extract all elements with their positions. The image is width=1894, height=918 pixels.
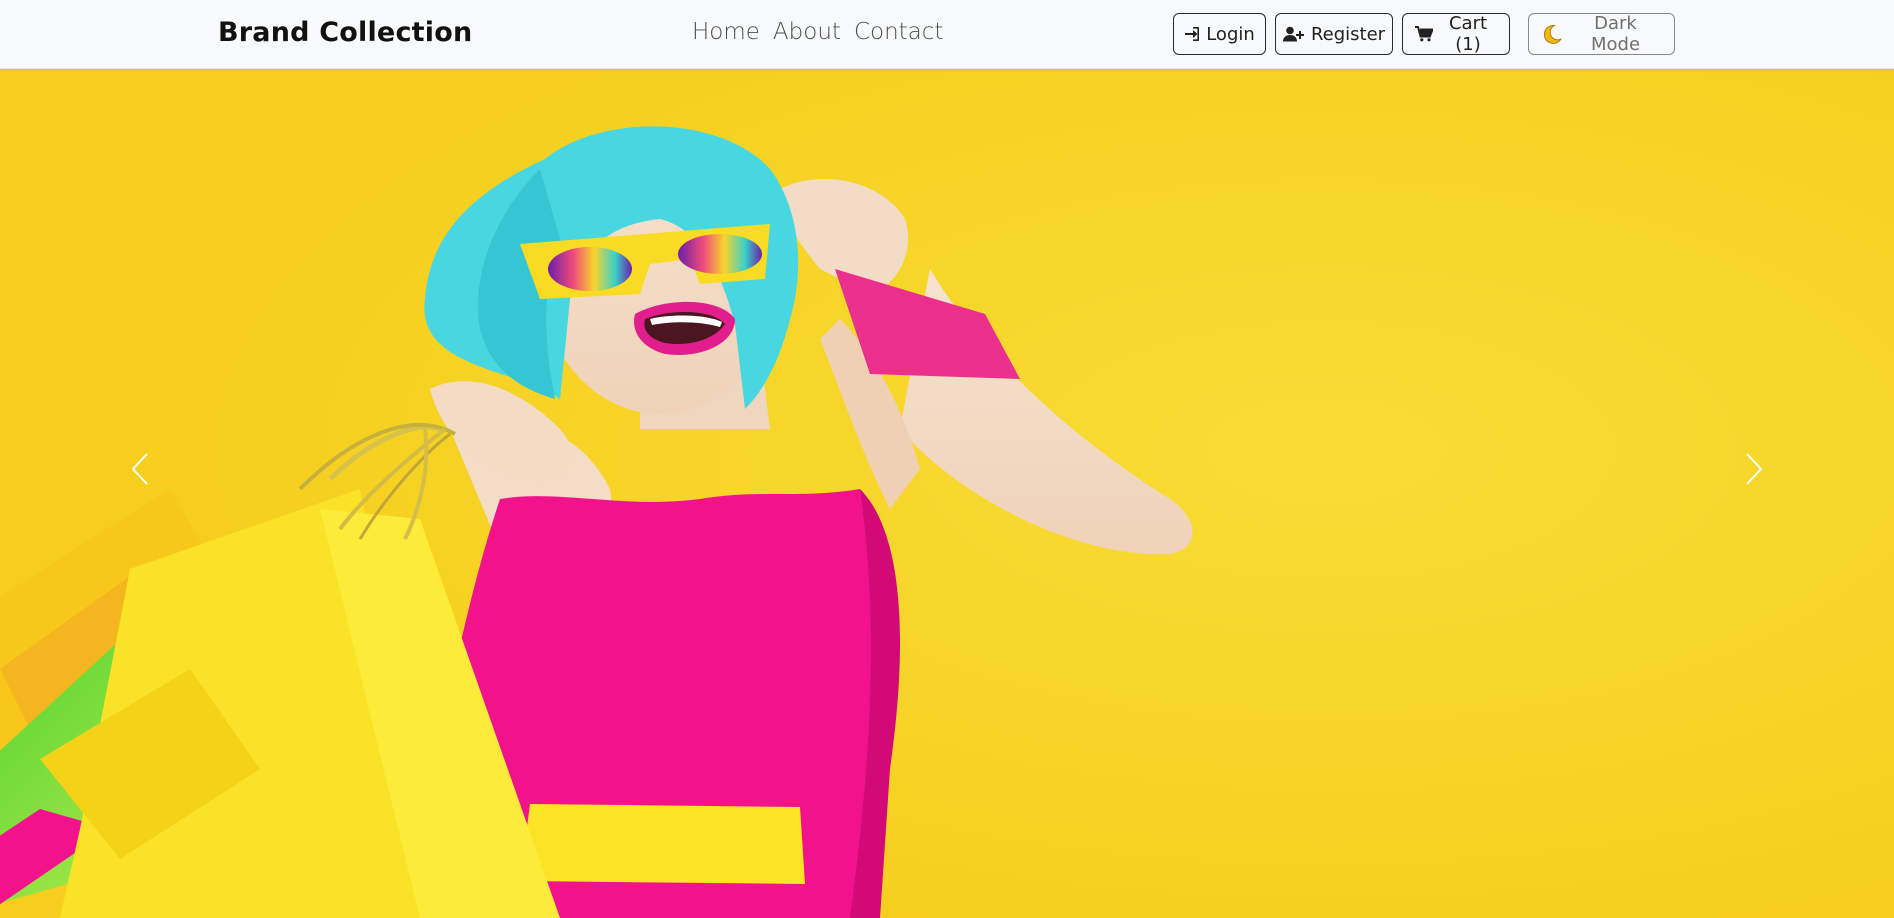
- carousel-prev-button[interactable]: [122, 441, 158, 501]
- register-label: Register: [1310, 23, 1386, 45]
- nav-link-contact[interactable]: Contact: [854, 19, 943, 45]
- register-button[interactable]: Register: [1275, 13, 1393, 55]
- hero-image: [0, 69, 1894, 918]
- sign-in-icon: [1184, 26, 1200, 42]
- nav-link-about[interactable]: About: [773, 19, 841, 45]
- cart-label: Cart (1): [1448, 13, 1488, 55]
- carousel-next-button[interactable]: [1736, 441, 1772, 501]
- login-label: Login: [1206, 23, 1255, 45]
- dark-mode-toggle[interactable]: Dark Mode: [1528, 13, 1675, 55]
- navbar: Brand Collection Home About Contact Logi…: [0, 0, 1894, 69]
- user-plus-icon: [1282, 26, 1305, 42]
- login-button[interactable]: Login: [1173, 13, 1266, 55]
- nav-link-home[interactable]: Home: [692, 19, 760, 45]
- chevron-left-icon: [130, 452, 150, 491]
- dark-mode-label: Dark Mode: [1590, 13, 1641, 55]
- cart-button[interactable]: Cart (1): [1402, 13, 1510, 55]
- chevron-right-icon: [1744, 452, 1764, 491]
- shopping-cart-icon: [1415, 26, 1433, 42]
- brand-logo[interactable]: Brand Collection: [218, 17, 472, 48]
- hero-carousel: [0, 69, 1894, 918]
- nav-links: Home About Contact: [692, 19, 943, 45]
- moon-icon: [1541, 23, 1563, 45]
